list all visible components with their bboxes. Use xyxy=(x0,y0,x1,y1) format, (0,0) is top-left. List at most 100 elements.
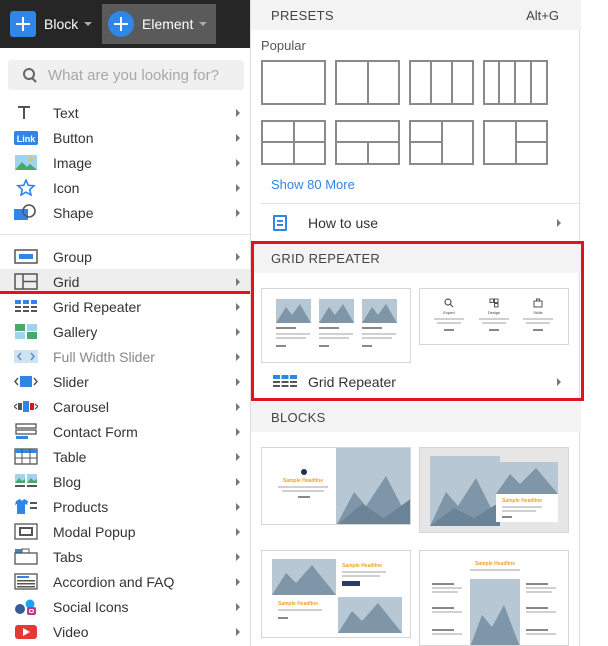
menu-item-full-width-slider[interactable]: Full Width Slider xyxy=(0,344,250,369)
chevron-right-icon xyxy=(236,134,240,142)
chevron-right-icon xyxy=(236,278,240,286)
menu-item-contact-form[interactable]: Contact Form xyxy=(0,419,250,444)
how-to-use-label: How to use xyxy=(308,215,379,231)
chevron-down-icon xyxy=(84,22,93,26)
preset-2-columns[interactable] xyxy=(335,60,400,105)
block-thumb-3[interactable]: Sample Headline Sample Headline xyxy=(261,550,411,638)
menu-item-image[interactable]: Image xyxy=(0,150,250,175)
menu-item-table[interactable]: Table xyxy=(0,444,250,469)
accordion-icon xyxy=(14,573,38,590)
menu-item-group[interactable]: Group xyxy=(0,244,250,269)
chevron-right-icon xyxy=(236,378,240,386)
menu-item-video[interactable]: Video xyxy=(0,619,250,644)
sample-headline: Sample Headline xyxy=(474,561,515,567)
menu-item-gallery[interactable]: Gallery xyxy=(0,319,250,344)
menu-item-accordion-and-faq[interactable]: Accordion and FAQ xyxy=(0,569,250,594)
block-button[interactable]: Block xyxy=(4,4,100,44)
chevron-right-icon xyxy=(236,503,240,511)
block-thumb-1[interactable]: Sample Headline xyxy=(261,447,411,525)
menu-item-carousel[interactable]: Carousel xyxy=(0,394,250,419)
menu-item-label: Gallery xyxy=(53,323,98,340)
menu-item-icon[interactable]: Icon xyxy=(0,175,250,200)
svg-text:Link: Link xyxy=(17,134,36,144)
modal-popup-icon xyxy=(14,523,38,540)
block-thumb-4[interactable]: Sample Headline xyxy=(419,550,569,646)
menu-item-label: Tabs xyxy=(53,548,83,565)
menu-item-social-icons[interactable]: Social Icons xyxy=(0,594,250,619)
menu-item-label: Contact Form xyxy=(53,423,138,440)
text-line xyxy=(432,611,462,613)
preset-4-columns[interactable] xyxy=(483,60,548,105)
group-icon xyxy=(14,249,38,264)
element-list-panel: Text Link Button Image Icon Shape Group … xyxy=(0,48,250,646)
text-line xyxy=(526,591,552,593)
chevron-right-icon xyxy=(236,553,240,561)
plus-circle-icon xyxy=(108,11,134,37)
element-button-label: Element xyxy=(142,16,194,32)
chevron-right-icon xyxy=(236,628,240,636)
video-icon xyxy=(15,625,37,639)
text-line xyxy=(502,510,536,512)
text-line xyxy=(432,587,462,589)
show-more-link[interactable]: Show 80 More xyxy=(271,177,355,192)
menu-item-tabs[interactable]: Tabs xyxy=(0,544,250,569)
menu-item-text[interactable]: Text xyxy=(0,100,250,125)
chevron-right-icon xyxy=(557,219,561,227)
text-line xyxy=(342,575,380,577)
search-icon xyxy=(22,67,38,83)
cta-button xyxy=(342,581,360,586)
link-line xyxy=(502,516,512,518)
star-icon xyxy=(16,179,36,196)
preset-1-column[interactable] xyxy=(261,60,326,105)
menu-item-slider[interactable]: Slider xyxy=(0,369,250,394)
headline-line xyxy=(526,583,548,585)
divider xyxy=(0,234,250,235)
menu-item-label: Icon xyxy=(53,179,80,196)
search-input[interactable] xyxy=(48,66,238,84)
menu-item-label: Accordion and FAQ xyxy=(53,573,175,590)
full-width-slider-icon xyxy=(14,350,38,363)
chevron-right-icon xyxy=(236,478,240,486)
search-box xyxy=(8,60,244,90)
image-placeholder xyxy=(336,448,410,524)
menu-item-label: Grid xyxy=(53,273,80,290)
chevron-right-icon xyxy=(236,453,240,461)
preset-3-columns[interactable] xyxy=(409,60,474,105)
presets-title: PRESETS xyxy=(271,7,334,23)
menu-item-blog[interactable]: Blog xyxy=(0,469,250,494)
menu-item-modal-popup[interactable]: Modal Popup xyxy=(0,519,250,544)
link-button-icon: Link xyxy=(14,131,38,145)
menu-item-products[interactable]: Products xyxy=(0,494,250,519)
headline-line xyxy=(432,583,454,585)
menu-item-label: Modal Popup xyxy=(53,523,136,540)
chevron-right-icon xyxy=(236,353,240,361)
text-line xyxy=(432,633,462,635)
chevron-right-icon xyxy=(236,303,240,311)
chevron-right-icon xyxy=(236,184,240,192)
preset-2x2[interactable] xyxy=(261,120,326,165)
menu-item-label: Full Width Slider xyxy=(53,348,155,365)
menu-item-label: Button xyxy=(53,129,94,146)
element-button[interactable]: Element xyxy=(102,4,216,44)
block-thumb-2[interactable]: Sample Headline xyxy=(419,447,569,533)
headline-line xyxy=(432,629,454,631)
preset-left-full-right-split[interactable] xyxy=(483,120,548,165)
chevron-right-icon xyxy=(236,528,240,536)
grid-presets-panel: PRESETS Alt+G Popular Show 80 More How t… xyxy=(250,0,584,646)
how-to-use-row[interactable]: How to use xyxy=(251,209,581,237)
block-button-label: Block xyxy=(44,16,79,32)
menu-item-shape[interactable]: Shape xyxy=(0,200,250,225)
menu-item-button[interactable]: Link Button xyxy=(0,125,250,150)
presets-header: PRESETS Alt+G xyxy=(251,0,581,30)
chevron-down-icon xyxy=(199,22,208,26)
text-line xyxy=(278,486,328,488)
menu-item-grid-repeater[interactable]: Grid Repeater xyxy=(0,294,250,319)
chevron-right-icon xyxy=(236,253,240,261)
preset-top-full-bottom-split[interactable] xyxy=(335,120,400,165)
chevron-right-icon xyxy=(236,428,240,436)
blocks-header: BLOCKS xyxy=(251,402,581,432)
dot-icon xyxy=(301,469,307,475)
text-line xyxy=(342,571,386,573)
menu-item-label: Products xyxy=(53,498,109,515)
preset-left-split-right-full[interactable] xyxy=(409,120,474,165)
